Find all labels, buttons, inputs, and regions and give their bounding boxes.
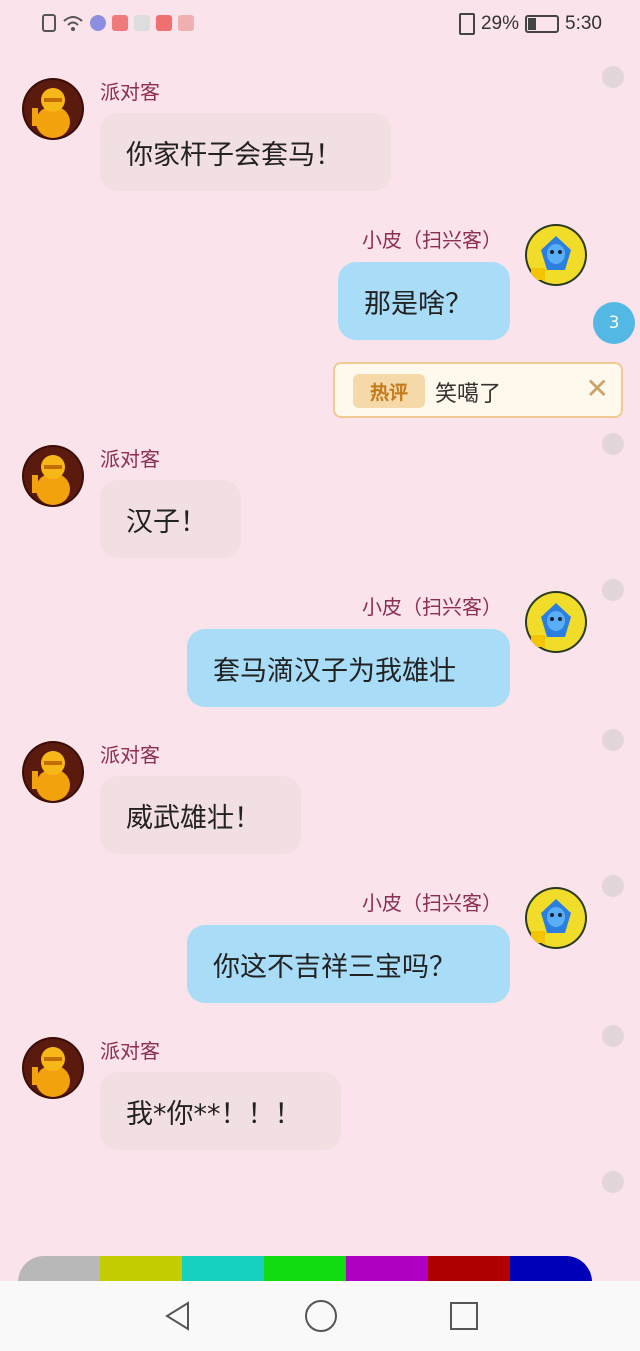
color-palette[interactable] (18, 1256, 592, 1282)
sender-name: 小皮（扫兴客） (362, 595, 502, 619)
status-dot (602, 729, 624, 751)
avatar[interactable] (22, 741, 84, 803)
sender-name: 派对客 (100, 743, 160, 767)
app-icon (178, 15, 194, 31)
palette-swatch[interactable] (264, 1256, 346, 1282)
message-bubble[interactable]: 你家杆子会套马！ (100, 113, 391, 191)
back-icon[interactable] (164, 1301, 192, 1331)
clock: 5:30 (565, 13, 602, 34)
status-dot (602, 579, 624, 601)
close-icon[interactable]: ✕ (586, 372, 609, 405)
message-bubble[interactable]: 那是啥？ (338, 262, 510, 340)
status-bar: 29% 5:30 (0, 0, 640, 50)
palette-swatch[interactable] (428, 1256, 510, 1282)
message-bubble[interactable]: 威武雄壮！ (100, 776, 301, 854)
avatar[interactable] (22, 1037, 84, 1099)
sender-name: 派对客 (100, 447, 160, 471)
avatar[interactable] (22, 445, 84, 507)
alert-icon (42, 14, 56, 32)
app-icon (112, 15, 128, 31)
wifi-icon (63, 16, 83, 31)
avatar[interactable] (525, 591, 587, 653)
notification-icons (42, 14, 194, 32)
status-dot (602, 1025, 624, 1047)
status-dot (602, 1171, 624, 1193)
app-icon (156, 15, 172, 31)
hot-comment-text: 笑噶了 (435, 382, 502, 407)
message-bubble[interactable]: 我*你**！！！ (100, 1072, 341, 1150)
hot-comment-card[interactable]: 热评 笑噶了 ✕ (333, 362, 623, 418)
home-icon[interactable] (305, 1300, 337, 1332)
sender-name: 小皮（扫兴客） (362, 891, 502, 915)
palette-swatch[interactable] (346, 1256, 428, 1282)
palette-swatch[interactable] (182, 1256, 264, 1282)
palette-swatch[interactable] (18, 1256, 100, 1282)
message-bubble[interactable]: 汉子！ (100, 480, 241, 558)
sender-name: 派对客 (100, 1039, 160, 1063)
sender-name: 小皮（扫兴客） (362, 228, 502, 252)
hot-comment-tag: 热评 (353, 374, 425, 408)
recent-apps-icon[interactable] (450, 1302, 478, 1330)
status-dot (602, 875, 624, 897)
avatar[interactable] (525, 887, 587, 949)
sender-name: 派对客 (100, 80, 160, 104)
battery-icon (525, 15, 560, 33)
message-bubble[interactable]: 你这不吉祥三宝吗？ (187, 925, 510, 1003)
avatar[interactable] (525, 224, 587, 286)
keyboard-icon (134, 15, 150, 31)
reply-count-badge[interactable]: 3 (593, 302, 635, 344)
status-dot (602, 66, 624, 88)
palette-swatch[interactable] (510, 1256, 592, 1282)
system-status: 29% 5:30 (458, 13, 602, 35)
battery-percent: 29% (480, 13, 520, 34)
palette-swatch[interactable] (100, 1256, 182, 1282)
navigation-bar (0, 1281, 640, 1351)
vibrate-icon (458, 13, 475, 35)
music-icon (90, 15, 106, 31)
avatar[interactable] (22, 78, 84, 140)
status-dot (602, 433, 624, 455)
message-bubble[interactable]: 套马滴汉子为我雄壮 (187, 629, 510, 707)
